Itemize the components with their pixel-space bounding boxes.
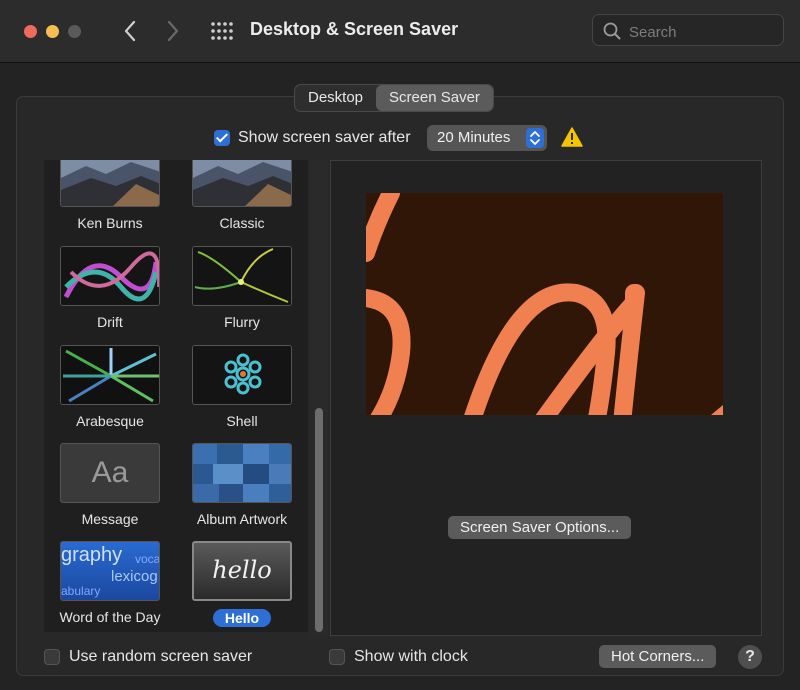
message-thumbnail-text: Aa — [91, 456, 129, 489]
close-window-button[interactable] — [24, 25, 37, 38]
classic-thumbnail — [192, 160, 292, 207]
show-after-row: Show screen saver after — [214, 125, 411, 151]
show-after-label: Show screen saver after — [238, 129, 411, 146]
saver-message[interactable]: Aa Message — [50, 443, 170, 527]
screen-saver-options-button[interactable]: Screen Saver Options... — [448, 516, 632, 539]
saver-drift[interactable]: Drift — [50, 246, 170, 330]
screen-saver-list: Ken Burns Classic Drift Flurry Arabesque… — [44, 160, 308, 632]
hot-corners-button[interactable]: Hot Corners... — [599, 645, 717, 668]
titlebar: Desktop & Screen Saver — [0, 0, 800, 63]
search-field[interactable] — [592, 14, 784, 46]
wotd-word-3: lexicog — [111, 568, 158, 585]
minimize-window-button[interactable] — [46, 25, 59, 38]
screen-saver-preview — [366, 193, 723, 415]
shell-thumbnail — [192, 345, 292, 405]
show-clock-checkbox[interactable] — [329, 649, 345, 665]
back-arrow-icon[interactable] — [120, 18, 140, 44]
zoom-window-button[interactable] — [68, 25, 81, 38]
saver-word-of-the-day[interactable]: graphy voca lexicog abulary Word of the … — [50, 541, 170, 625]
random-saver-row: Use random screen saver — [44, 648, 252, 666]
tab-screen-saver[interactable]: Screen Saver — [376, 85, 493, 111]
window: Desktop & Screen Saver Desktop Screen Sa… — [0, 0, 800, 690]
arabesque-thumbnail — [60, 345, 160, 405]
word-of-the-day-thumbnail: graphy voca lexicog abulary — [60, 541, 160, 601]
show-clock-label: Show with clock — [354, 648, 468, 665]
random-saver-checkbox[interactable] — [44, 649, 60, 665]
show-after-value: 20 Minutes — [437, 129, 511, 146]
saver-label: Shell — [226, 413, 258, 429]
saver-flurry[interactable]: Flurry — [182, 246, 302, 330]
saver-arabesque[interactable]: Arabesque — [50, 345, 170, 429]
tab-desktop[interactable]: Desktop — [295, 85, 376, 111]
forward-arrow-icon[interactable] — [163, 18, 183, 44]
saver-label: Classic — [219, 215, 265, 231]
wotd-word-1: graphy — [61, 544, 123, 566]
saver-label: Arabesque — [76, 413, 144, 429]
saver-label: Album Artwork — [196, 511, 288, 527]
show-after-popup[interactable]: 20 Minutes — [427, 125, 547, 151]
warning-icon[interactable] — [561, 127, 583, 147]
saver-label: Ken Burns — [77, 215, 143, 231]
album-artwork-thumbnail — [192, 443, 292, 503]
drift-thumbnail — [60, 246, 160, 306]
popup-arrows-icon — [526, 128, 544, 148]
help-button[interactable]: ? — [738, 645, 762, 669]
wotd-word-2: voca — [135, 552, 160, 566]
show-clock-row: Show with clock — [329, 648, 468, 666]
wotd-word-4: abulary — [61, 584, 101, 598]
hello-thumbnail-text: hello — [212, 556, 272, 584]
window-title: Desktop & Screen Saver — [250, 19, 459, 39]
saver-ken-burns[interactable]: Ken Burns — [50, 160, 170, 231]
message-thumbnail: Aa — [60, 443, 160, 503]
flurry-thumbnail — [192, 246, 292, 306]
saver-label: Flurry — [224, 314, 260, 330]
ken-burns-thumbnail — [60, 160, 160, 207]
random-saver-label: Use random screen saver — [69, 648, 253, 665]
saver-label: Word of the Day — [59, 609, 161, 625]
saver-label-selected: Hello — [212, 609, 272, 627]
saver-album-artwork[interactable]: Album Artwork — [182, 443, 302, 527]
show-all-grid-icon[interactable] — [210, 21, 234, 41]
saver-classic[interactable]: Classic — [182, 160, 302, 231]
saver-label: Message — [81, 511, 139, 527]
saver-label: Drift — [97, 314, 123, 330]
show-after-checkbox[interactable] — [214, 130, 230, 146]
search-icon — [603, 22, 621, 40]
saver-hello[interactable]: hello Hello — [182, 541, 302, 628]
search-input[interactable] — [627, 21, 781, 43]
list-scrollbar-thumb[interactable] — [315, 408, 323, 632]
tab-control: Desktop Screen Saver — [294, 84, 494, 112]
hello-thumbnail: hello — [192, 541, 292, 601]
saver-shell[interactable]: Shell — [182, 345, 302, 429]
